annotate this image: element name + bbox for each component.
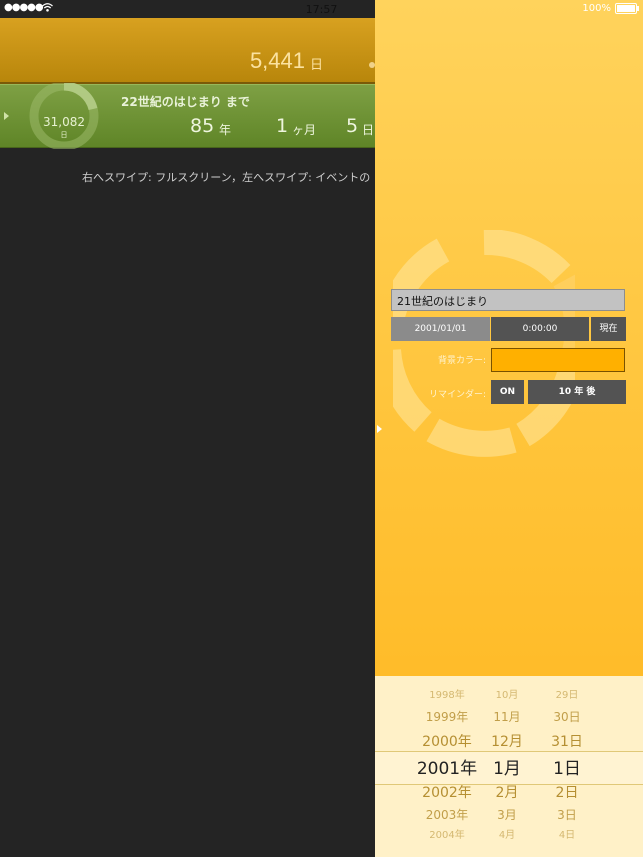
reminder-label: リマインダー: (428, 390, 486, 400)
date-button[interactable]: 2001/01/01 (391, 317, 490, 341)
battery-icon (615, 3, 639, 14)
picker-day-option[interactable]: 1日 (537, 754, 597, 779)
time-button[interactable]: 0:00:00 (491, 317, 589, 341)
picker-day-option[interactable]: 2日 (537, 782, 597, 802)
progress-ring-icon (393, 230, 575, 457)
picker-day-option[interactable]: 31日 (537, 731, 597, 751)
picker-month-option[interactable]: 2月 (477, 782, 537, 802)
clock: 17:57 (305, 3, 338, 16)
picker-month-option[interactable]: 11月 (477, 708, 537, 725)
days-unit: 日 (362, 123, 375, 137)
picker-month-option[interactable]: 4月 (477, 826, 537, 841)
reminder-offset-button[interactable]: 10 年 後 (528, 380, 626, 404)
event-row-1-days: 5,441 (249, 48, 305, 73)
event-row-1[interactable]: 5,441 日 (0, 18, 375, 84)
years-unit: 年 (219, 123, 232, 137)
expand-arrow-icon (4, 112, 9, 120)
bg-color-label: 背景カラー: (437, 356, 486, 366)
picker-day-option[interactable]: 30日 (537, 708, 597, 725)
days-value: 5 (346, 115, 359, 137)
event-list: 5,441 日 31,082 日 22世紀のはじまり まで 85 年 1 ヶ月 … (0, 0, 375, 857)
months-value: 1 (276, 115, 289, 137)
event-detail-panel: 21世紀のはじまり 2001/01/01 0:00:00 現在 背景カラー: リ… (375, 0, 643, 857)
battery-percent: 100% (582, 3, 611, 14)
event-row-2-days: 31,082 (43, 115, 85, 129)
picker-month-option[interactable]: 12月 (477, 731, 537, 751)
picker-day-option[interactable]: 4日 (537, 826, 597, 841)
picker-month-option[interactable]: 10月 (477, 686, 537, 701)
years-value: 85 (190, 115, 215, 137)
picker-month-option[interactable]: 3月 (477, 806, 537, 823)
event-row-2-days-unit: 日 (60, 131, 68, 139)
picker-day-option[interactable]: 3日 (537, 806, 597, 823)
status-bar: ●●●●● 17:57 100% (0, 0, 643, 18)
event-title-input[interactable]: 21世紀のはじまり (391, 289, 625, 311)
swipe-hint: 右へスワイプ: フルスクリーン，左へスワイプ: イベントの (82, 171, 371, 184)
event-row-2[interactable]: 31,082 日 22世紀のはじまり まで 85 年 1 ヶ月 5 日 (0, 83, 375, 149)
now-button[interactable]: 現在 (591, 317, 626, 341)
picker-day-option[interactable]: 29日 (537, 686, 597, 701)
panel-handle-icon[interactable] (377, 425, 382, 433)
picker-month-option[interactable]: 1月 (477, 754, 537, 779)
date-picker[interactable]: 1998年 1999年 2000年 2001年 2002年 2003年 2004年 10月 1… (375, 676, 643, 857)
event-row-2-title: 22世紀のはじまり まで (121, 95, 250, 109)
months-unit: ヶ月 (292, 123, 317, 137)
reminder-toggle[interactable]: ON (491, 380, 524, 404)
battery-area: 100% (582, 3, 639, 14)
picker-day-column[interactable]: 29日 30日 31日 1日 2日 3日 4日 (537, 676, 597, 857)
picker-month-column[interactable]: 10月 11月 12月 1月 2月 3月 4月 (477, 676, 537, 857)
event-row-1-unit: 日 (309, 58, 323, 73)
bg-color-swatch[interactable] (491, 348, 625, 372)
